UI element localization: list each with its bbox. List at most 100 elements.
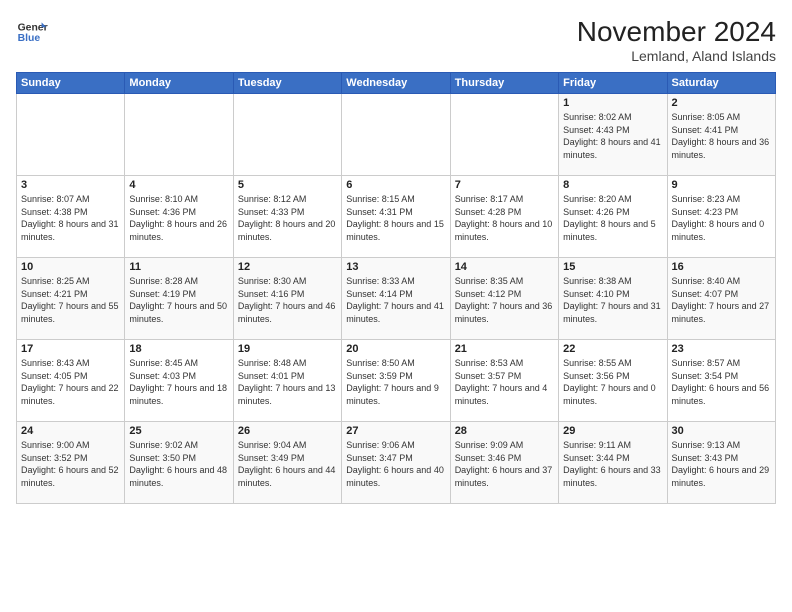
calendar-cell: 29Sunrise: 9:11 AM Sunset: 3:44 PM Dayli…: [559, 422, 667, 504]
day-number: 6: [346, 179, 445, 191]
day-number: 20: [346, 343, 445, 355]
calendar-cell: [17, 94, 125, 176]
calendar-cell: 6 Sunrise: 8:15 AM Sunset: 4:31 PM Daylig…: [342, 176, 450, 258]
day-info: Sunrise: 9:09 AM Sunset: 3:46 PM Dayligh…: [455, 439, 554, 489]
day-info: Sunrise: 8:30 AM Sunset: 4:16 PM Dayligh…: [238, 275, 337, 325]
logo-icon: General Blue: [16, 16, 48, 48]
header-sunday: Sunday: [17, 73, 125, 94]
svg-text:General: General: [18, 22, 48, 33]
day-number: 18: [129, 343, 228, 355]
calendar-cell: 5 Sunrise: 8:12 AM Sunset: 4:33 PM Daylig…: [233, 176, 341, 258]
calendar-cell: 18 Sunrise: 8:45 AM Sunset: 4:03 PM Dayli…: [125, 340, 233, 422]
calendar-cell: 26Sunrise: 9:04 AM Sunset: 3:49 PM Dayli…: [233, 422, 341, 504]
day-number: 11: [129, 261, 228, 273]
header-tuesday: Tuesday: [233, 73, 341, 94]
day-info: Sunrise: 8:55 AM Sunset: 3:56 PM Dayligh…: [563, 357, 662, 407]
calendar-cell: 13 Sunrise: 8:33 AM Sunset: 4:14 PM Dayli…: [342, 258, 450, 340]
day-info: Sunrise: 8:57 AM Sunset: 3:54 PM Dayligh…: [672, 357, 771, 407]
calendar-cell: 22 Sunrise: 8:55 AM Sunset: 3:56 PM Dayli…: [559, 340, 667, 422]
calendar-cell: 20 Sunrise: 8:50 AM Sunset: 3:59 PM Dayli…: [342, 340, 450, 422]
day-info: Sunrise: 8:07 AM Sunset: 4:38 PM Dayligh…: [21, 193, 120, 243]
day-number: 23: [672, 343, 771, 355]
day-info: Sunrise: 8:33 AM Sunset: 4:14 PM Dayligh…: [346, 275, 445, 325]
location-subtitle: Lemland, Aland Islands: [577, 48, 776, 64]
day-info: Sunrise: 9:06 AM Sunset: 3:47 PM Dayligh…: [346, 439, 445, 489]
svg-text:Blue: Blue: [18, 33, 41, 44]
month-title: November 2024: [577, 16, 776, 48]
day-number: 22: [563, 343, 662, 355]
header-row: Sunday Monday Tuesday Wednesday Thursday…: [17, 73, 776, 94]
day-info: Sunrise: 8:25 AM Sunset: 4:21 PM Dayligh…: [21, 275, 120, 325]
day-info: Sunrise: 8:12 AM Sunset: 4:33 PM Dayligh…: [238, 193, 337, 243]
header-wednesday: Wednesday: [342, 73, 450, 94]
calendar-cell: 19 Sunrise: 8:48 AM Sunset: 4:01 PM Dayli…: [233, 340, 341, 422]
calendar-cell: 30 Sunrise: 9:13 AM Sunset: 3:43 PM Dayli…: [667, 422, 775, 504]
day-number: 15: [563, 261, 662, 273]
day-number: 21: [455, 343, 554, 355]
title-section: November 2024 Lemland, Aland Islands: [577, 16, 776, 64]
day-number: 3: [21, 179, 120, 191]
calendar-cell: 17 Sunrise: 8:43 AM Sunset: 4:05 PM Dayli…: [17, 340, 125, 422]
day-number: 19: [238, 343, 337, 355]
calendar-cell: 12 Sunrise: 8:30 AM Sunset: 4:16 PM Dayli…: [233, 258, 341, 340]
day-info: Sunrise: 8:15 AM Sunset: 4:31 PM Dayligh…: [346, 193, 445, 243]
day-info: Sunrise: 8:40 AM Sunset: 4:07 PM Dayligh…: [672, 275, 771, 325]
calendar-page: General Blue November 2024 Lemland, Alan…: [0, 0, 792, 612]
calendar-cell: 24 Sunrise: 9:00 AM Sunset: 3:52 PM Dayli…: [17, 422, 125, 504]
day-number: 13: [346, 261, 445, 273]
calendar-cell: 10Sunrise: 8:25 AM Sunset: 4:21 PM Dayli…: [17, 258, 125, 340]
day-number: 8: [563, 179, 662, 191]
header: General Blue November 2024 Lemland, Alan…: [16, 16, 776, 64]
day-number: 14: [455, 261, 554, 273]
calendar-cell: [450, 94, 558, 176]
calendar-cell: 7Sunrise: 8:17 AM Sunset: 4:28 PM Daylig…: [450, 176, 558, 258]
day-info: Sunrise: 8:53 AM Sunset: 3:57 PM Dayligh…: [455, 357, 554, 407]
calendar-cell: 11 Sunrise: 8:28 AM Sunset: 4:19 PM Dayli…: [125, 258, 233, 340]
day-info: Sunrise: 8:05 AM Sunset: 4:41 PM Dayligh…: [672, 111, 771, 161]
calendar-cell: 3 Sunrise: 8:07 AM Sunset: 4:38 PM Daylig…: [17, 176, 125, 258]
day-number: 2: [672, 97, 771, 109]
calendar-body: 1 Sunrise: 8:02 AM Sunset: 4:43 PM Daylig…: [17, 94, 776, 504]
day-info: Sunrise: 8:45 AM Sunset: 4:03 PM Dayligh…: [129, 357, 228, 407]
header-friday: Friday: [559, 73, 667, 94]
day-number: 30: [672, 425, 771, 437]
day-info: Sunrise: 8:28 AM Sunset: 4:19 PM Dayligh…: [129, 275, 228, 325]
day-info: Sunrise: 8:50 AM Sunset: 3:59 PM Dayligh…: [346, 357, 445, 407]
calendar-cell: 23 Sunrise: 8:57 AM Sunset: 3:54 PM Dayli…: [667, 340, 775, 422]
day-number: 12: [238, 261, 337, 273]
day-info: Sunrise: 8:10 AM Sunset: 4:36 PM Dayligh…: [129, 193, 228, 243]
calendar-cell: 16 Sunrise: 8:40 AM Sunset: 4:07 PM Dayli…: [667, 258, 775, 340]
day-number: 25: [129, 425, 228, 437]
calendar-cell: 28Sunrise: 9:09 AM Sunset: 3:46 PM Dayli…: [450, 422, 558, 504]
day-number: 9: [672, 179, 771, 191]
day-info: Sunrise: 9:11 AM Sunset: 3:44 PM Dayligh…: [563, 439, 662, 489]
day-info: Sunrise: 9:00 AM Sunset: 3:52 PM Dayligh…: [21, 439, 120, 489]
day-number: 26: [238, 425, 337, 437]
day-number: 4: [129, 179, 228, 191]
day-number: 1: [563, 97, 662, 109]
day-info: Sunrise: 8:43 AM Sunset: 4:05 PM Dayligh…: [21, 357, 120, 407]
calendar-cell: [233, 94, 341, 176]
day-number: 24: [21, 425, 120, 437]
header-monday: Monday: [125, 73, 233, 94]
week-row-3: 17 Sunrise: 8:43 AM Sunset: 4:05 PM Dayli…: [17, 340, 776, 422]
day-info: Sunrise: 8:17 AM Sunset: 4:28 PM Dayligh…: [455, 193, 554, 243]
day-info: Sunrise: 9:02 AM Sunset: 3:50 PM Dayligh…: [129, 439, 228, 489]
day-info: Sunrise: 8:02 AM Sunset: 4:43 PM Dayligh…: [563, 111, 662, 161]
calendar-cell: 9Sunrise: 8:23 AM Sunset: 4:23 PM Daylig…: [667, 176, 775, 258]
day-info: Sunrise: 8:38 AM Sunset: 4:10 PM Dayligh…: [563, 275, 662, 325]
day-number: 16: [672, 261, 771, 273]
calendar-table: Sunday Monday Tuesday Wednesday Thursday…: [16, 72, 776, 504]
week-row-2: 10Sunrise: 8:25 AM Sunset: 4:21 PM Dayli…: [17, 258, 776, 340]
calendar-cell: 8 Sunrise: 8:20 AM Sunset: 4:26 PM Daylig…: [559, 176, 667, 258]
calendar-cell: 2 Sunrise: 8:05 AM Sunset: 4:41 PM Daylig…: [667, 94, 775, 176]
calendar-header: Sunday Monday Tuesday Wednesday Thursday…: [17, 73, 776, 94]
calendar-cell: 21 Sunrise: 8:53 AM Sunset: 3:57 PM Dayli…: [450, 340, 558, 422]
day-info: Sunrise: 9:13 AM Sunset: 3:43 PM Dayligh…: [672, 439, 771, 489]
day-info: Sunrise: 8:20 AM Sunset: 4:26 PM Dayligh…: [563, 193, 662, 243]
logo: General Blue: [16, 16, 48, 48]
day-info: Sunrise: 8:48 AM Sunset: 4:01 PM Dayligh…: [238, 357, 337, 407]
day-number: 17: [21, 343, 120, 355]
day-number: 27: [346, 425, 445, 437]
day-number: 5: [238, 179, 337, 191]
